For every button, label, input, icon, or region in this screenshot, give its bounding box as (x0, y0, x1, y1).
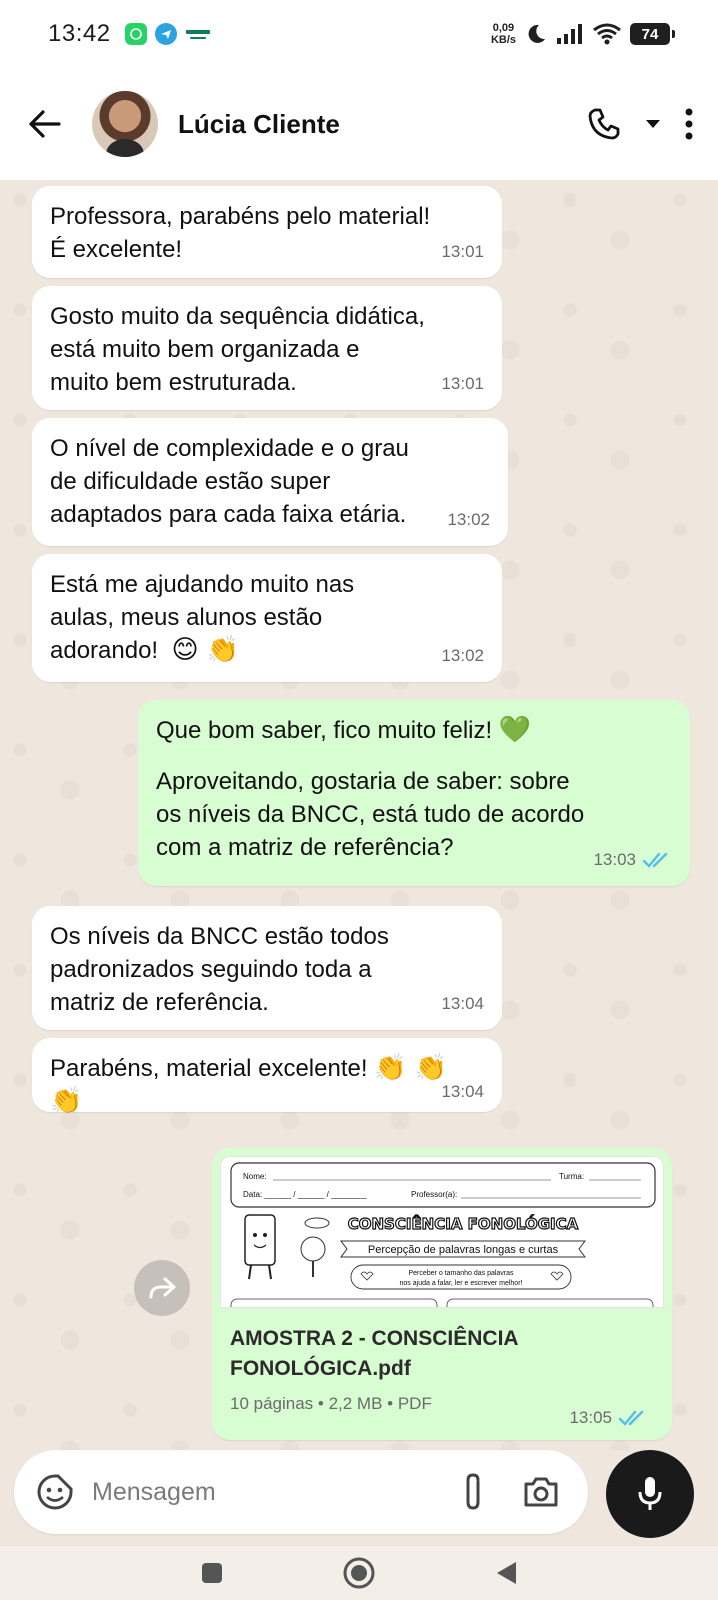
signal-icon (556, 23, 584, 45)
network-speed-value: 0,09 (492, 22, 515, 34)
read-receipt-double-check-icon (642, 851, 672, 869)
message-input[interactable]: Mensagem (92, 1478, 460, 1507)
whatsapp-notification-icon (124, 23, 147, 45)
voice-call-button[interactable] (586, 106, 622, 142)
green-heart-emoji: 💚 (498, 715, 532, 745)
status-time: 13:42 (48, 20, 111, 47)
call-options-dropdown[interactable] (644, 118, 662, 130)
square-icon (202, 1563, 222, 1583)
sticker-emoji-button[interactable] (36, 1473, 74, 1511)
back-button[interactable] (24, 104, 64, 144)
message-text: O nível de complexidade e o grau de difi… (50, 435, 409, 528)
message-text: Que bom saber, fico muito feliz! 💚 (156, 714, 672, 747)
worksheet-preview-graphic: Nome: Turma: Data: ______ / ______ / ___… (230, 1162, 656, 1307)
attach-button[interactable] (460, 1472, 486, 1512)
chat-messages-area[interactable]: Professora, parabéns pelo material! É ex… (0, 180, 718, 1450)
sticker-icon (37, 1474, 73, 1510)
forward-button[interactable] (134, 1260, 190, 1316)
system-navigation-bar (0, 1546, 718, 1600)
smile-clap-emoji: 😊 👏 (171, 635, 240, 665)
message-bubble-incoming[interactable]: Gosto muito da sequência didática, está … (32, 286, 502, 410)
phone-icon (588, 108, 620, 140)
camera-icon (524, 1477, 558, 1507)
telegram-notification-icon (154, 23, 177, 45)
preview-turma-label: Turma: (559, 1172, 584, 1181)
chat-header: Lúcia Cliente (0, 68, 718, 180)
paperclip-icon (466, 1473, 480, 1510)
triangle-back-icon (497, 1562, 516, 1584)
recent-apps-button[interactable] (200, 1561, 224, 1585)
message-bubble-incoming[interactable]: Professora, parabéns pelo material! É ex… (32, 186, 502, 278)
message-text: Gosto muito da sequência didática, está … (50, 303, 425, 396)
document-filename: AMOSTRA 2 - CONSCIÊNCIA FONOLÓGICA.pdf (230, 1327, 518, 1380)
message-time: 13:04 (441, 1082, 484, 1101)
message-time: 13:01 (441, 242, 484, 261)
message-time: 13:02 (441, 646, 484, 665)
message-text: Os níveis da BNCC estão todos padronizad… (50, 923, 389, 1016)
message-bubble-incoming[interactable]: Parabéns, material excelente! 👏 👏 👏 13:0… (32, 1038, 502, 1116)
pdf-preview-thumbnail[interactable]: Nome: Turma: Data: ______ / ______ / ___… (220, 1156, 664, 1308)
battery-indicator: 74 (630, 23, 675, 45)
contact-avatar[interactable] (92, 91, 158, 157)
preview-note-line1: Perceber o tamanho das palavras (408, 1270, 514, 1277)
preview-subheading: Percepção de palavras longas e curtas (368, 1244, 559, 1256)
message-time: 13:05 (569, 1408, 648, 1428)
preview-nome-label: Nome: (243, 1172, 267, 1181)
message-text: Professora, parabéns pelo material! É ex… (50, 203, 431, 263)
message-text-line1: Que bom saber, fico muito feliz! (156, 717, 493, 744)
message-time: 13:03 (593, 843, 672, 876)
preview-data-label: Data: ______ / ______ / ________ (243, 1190, 367, 1199)
message-time: 13:01 (441, 374, 484, 393)
system-status-icons: 0,09 KB/s 74 (491, 22, 675, 46)
preview-professor-label: Professor(a): (411, 1190, 457, 1199)
message-bubble-incoming[interactable]: O nível de complexidade e o grau de difi… (32, 418, 508, 546)
camera-button[interactable] (522, 1475, 560, 1509)
message-text-body: Parabéns, material excelente! (50, 1055, 368, 1082)
microphone-icon (638, 1477, 662, 1510)
message-bubble-incoming[interactable]: Está me ajudando muito nas aulas, meus a… (32, 554, 502, 682)
kebab-menu-icon (685, 108, 693, 140)
contact-name[interactable]: Lúcia Cliente (178, 109, 340, 140)
circle-home-icon (343, 1557, 375, 1589)
forward-arrow-icon (149, 1277, 176, 1299)
preview-note-line2: nos ajuda a falar, ler e escrever melhor… (400, 1280, 523, 1287)
message-input-bar: Mensagem (14, 1450, 588, 1534)
more-options-button[interactable] (684, 107, 694, 141)
bank-app-notification-icon (185, 27, 211, 41)
message-bubble-incoming[interactable]: Os níveis da BNCC estão todos padronizad… (32, 906, 502, 1030)
caret-down-icon (646, 120, 660, 128)
network-speed-unit: KB/s (490, 34, 516, 46)
notification-icons (124, 23, 211, 45)
do-not-disturb-moon-icon (524, 22, 548, 46)
voice-message-button[interactable] (606, 1450, 694, 1538)
status-bar: 13:42 0,09 KB/s 74 (0, 0, 718, 68)
message-time: 13:04 (441, 994, 484, 1013)
message-text: Parabéns, material excelente! 👏 👏 👏 (50, 1052, 484, 1118)
wifi-icon (592, 22, 622, 46)
message-time-value: 13:03 (593, 850, 636, 869)
network-speed: 0,09 KB/s (491, 22, 516, 46)
document-message-bubble[interactable]: Nome: Turma: Data: ______ / ______ / ___… (212, 1148, 672, 1440)
message-bubble-outgoing[interactable]: Que bom saber, fico muito feliz! 💚 Aprov… (138, 700, 690, 886)
preview-heading: CONSCIÊNCIA FONOLÓGICA (348, 1214, 579, 1233)
home-button[interactable] (342, 1556, 376, 1590)
message-time-value: 13:05 (569, 1408, 612, 1427)
read-receipt-double-check-icon (618, 1409, 648, 1427)
arrow-left-icon (29, 110, 61, 138)
back-nav-button[interactable] (494, 1560, 518, 1586)
message-time: 13:02 (447, 510, 490, 529)
message-text: Está me ajudando muito nas aulas, meus a… (50, 568, 484, 667)
